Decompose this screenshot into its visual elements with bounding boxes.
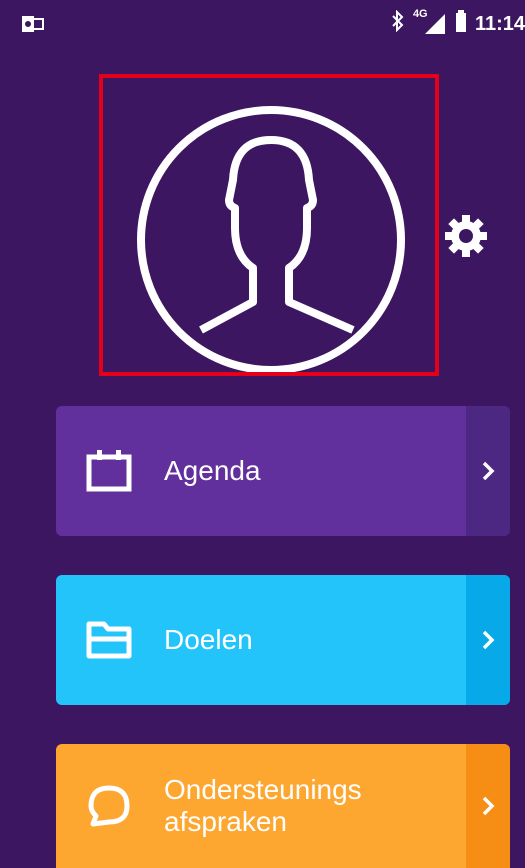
menu-item-label-line-2: afspraken [164, 806, 287, 837]
status-bar: 4G 11:14 [0, 0, 525, 48]
chat-bubble-icon [74, 771, 144, 841]
menu-item-agenda[interactable]: Agenda [56, 406, 510, 536]
menu-item-label: Agenda [164, 455, 261, 486]
outlook-notification-icon [22, 14, 44, 39]
profile-avatar-button[interactable] [99, 74, 439, 376]
chevron-right-icon [466, 575, 510, 705]
4g-signal-icon: 4G [413, 8, 447, 36]
calendar-icon [74, 436, 144, 506]
bluetooth-icon [391, 9, 405, 38]
clock: 11:14 [474, 12, 525, 35]
menu-item-doelen[interactable]: Doelen [56, 575, 510, 705]
gear-icon[interactable] [440, 210, 492, 262]
menu-item-label: Ondersteunings afspraken [164, 774, 362, 838]
user-silhouette-icon [137, 106, 405, 372]
menu-item-label-line-1: Ondersteunings [164, 774, 362, 805]
folder-icon [74, 605, 144, 675]
battery-icon [455, 10, 467, 38]
chevron-right-icon [466, 406, 510, 536]
menu-item-label: Doelen [164, 624, 253, 655]
menu-item-ondersteuningsafspraken[interactable]: Ondersteunings afspraken [56, 744, 510, 868]
chevron-right-icon [466, 744, 510, 868]
